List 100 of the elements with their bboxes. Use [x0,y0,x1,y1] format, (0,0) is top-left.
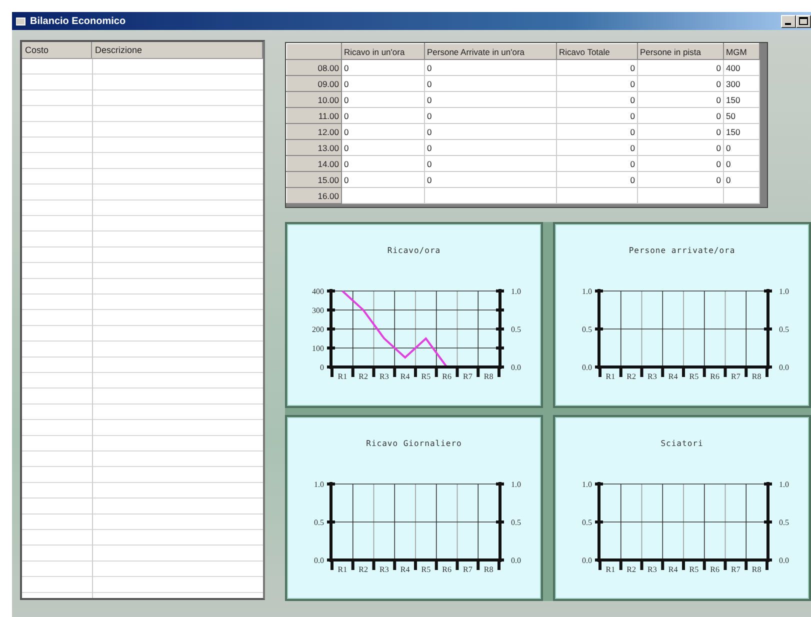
table-cell: 0 [556,76,638,92]
axis-label: R3 [648,565,657,574]
table-cell: 0 [424,172,556,188]
row-header[interactable]: 16.00 [286,188,342,204]
axis-label: 0.0 [779,363,789,372]
table-cell: 0 [342,156,424,172]
maximize-button[interactable] [796,14,811,28]
axis-label: R5 [689,372,699,381]
table-cell: 0 [638,60,724,76]
table-cell: 0 [556,140,638,156]
axis-label: R7 [731,372,740,381]
axis-label: R2 [626,372,636,381]
axis-label: 0.5 [582,325,592,334]
axis-label: R6 [442,372,452,381]
axis-label: 1.0 [779,287,789,296]
table-cell: 0 [424,124,556,140]
table-cell: 0 [638,76,724,92]
table-cell: 0 [342,92,424,108]
axis-label: 0.5 [511,518,521,527]
row-header[interactable]: 13.00 [286,140,342,156]
table-cell: 0 [342,60,424,76]
axis-label: R7 [463,565,472,574]
axis-label: R1 [606,565,616,574]
axis-label: R2 [626,565,636,574]
axis-label: 0.5 [779,325,789,334]
column-header[interactable]: Persone Arrivate in un'ora [424,44,556,60]
table-cell: 0 [638,156,724,172]
minimize-button[interactable] [781,14,796,28]
window-icon [16,16,26,26]
row-header[interactable]: 15.00 [286,172,342,188]
chart-title: Ricavo/ora [387,246,441,257]
axis-label: R8 [752,565,762,574]
axis-label: R4 [668,565,678,574]
table-cell: 0 [638,124,724,140]
window-title: Bilancio Economico [30,16,127,26]
table-cell: 0 [556,92,638,108]
row-header[interactable]: 11.00 [286,108,342,124]
column-header[interactable]: MGM [724,44,760,60]
row-header[interactable]: 09.00 [286,76,342,92]
table-cell: 0 [342,76,424,92]
axis-label: R1 [338,565,348,574]
axis-label: R6 [710,565,720,574]
table-cell: 150 [724,124,760,140]
axis-label: 100 [312,344,324,353]
axis-label: R5 [421,372,431,381]
axis-label: R4 [400,565,410,574]
axis-label: R6 [442,565,452,574]
table-cell: 0 [724,140,760,156]
row-header[interactable]: 08.00 [286,60,342,76]
axis-label: 1.0 [582,480,592,489]
axis-label: 400 [312,287,324,296]
table-cell: 0 [342,172,424,188]
axis-label: R8 [484,372,494,381]
column-header[interactable]: Persone in pista [638,44,724,60]
table-cell: 0 [342,108,424,124]
table-cell: 0 [424,76,556,92]
table-cell: 0 [424,140,556,156]
row-header[interactable]: 10.00 [286,92,342,108]
maximize-icon [799,17,808,25]
axis-label: R7 [731,565,740,574]
axis-label: 1.0 [779,480,789,489]
axis-label: 1.0 [314,480,324,489]
axis-label: R8 [484,565,494,574]
table-cell: 0 [556,172,638,188]
axis-label: 1.0 [582,287,592,296]
axis-label: 0 [320,363,324,372]
table-cell: 0 [342,140,424,156]
table-cell: 0 [424,60,556,76]
table-cell: 0 [424,108,556,124]
table-cell: 0 [424,92,556,108]
table-cell: 0 [638,140,724,156]
row-header[interactable]: 12.00 [286,124,342,140]
chart-title: Ricavo Giornaliero [366,439,462,450]
table-cell: 0 [556,156,638,172]
column-header[interactable]: Descrizione [92,42,263,58]
axis-label: 0.0 [511,363,521,372]
table-cell: 0 [556,124,638,140]
table-cell: 400 [724,60,760,76]
table-cell: 0 [638,172,724,188]
axis-label: R4 [668,372,678,381]
axis-label: 200 [312,325,324,334]
table-cell: 0 [638,108,724,124]
axis-label: R6 [710,372,720,381]
table-cell: 0 [724,172,760,188]
axis-label: 0.0 [779,556,789,565]
table-cell: 150 [724,92,760,108]
axis-label: R1 [338,372,348,381]
table-cell: 0 [342,124,424,140]
axis-label: 0.0 [511,556,521,565]
axis-label: R3 [380,372,389,381]
column-header[interactable]: Ricavo Totale [556,44,638,60]
axis-label: R5 [689,565,699,574]
table-cell: 300 [724,76,760,92]
axis-label: R5 [421,565,431,574]
column-header[interactable]: Costo [22,42,92,58]
axis-label: R7 [463,372,472,381]
column-header[interactable]: Ricavo in un'ora [342,44,424,60]
axis-label: 0.5 [511,325,521,334]
row-header[interactable]: 14.00 [286,156,342,172]
axis-label: R1 [606,372,616,381]
